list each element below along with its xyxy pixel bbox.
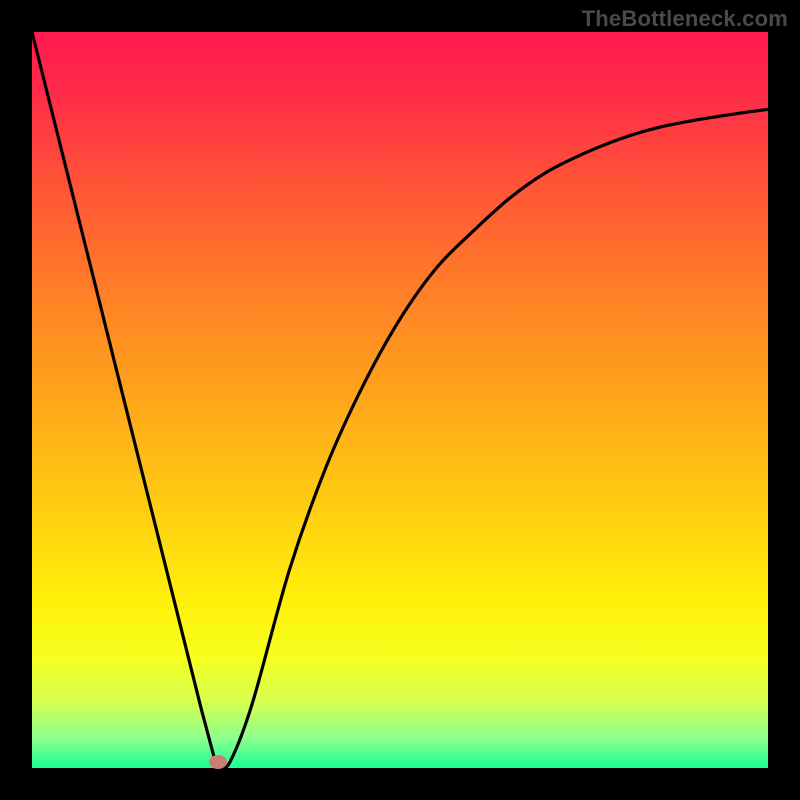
chart-frame	[32, 32, 768, 768]
bottleneck-curve	[32, 32, 768, 768]
watermark-label: TheBottleneck.com	[582, 6, 788, 32]
minimum-marker-dot	[209, 755, 227, 769]
